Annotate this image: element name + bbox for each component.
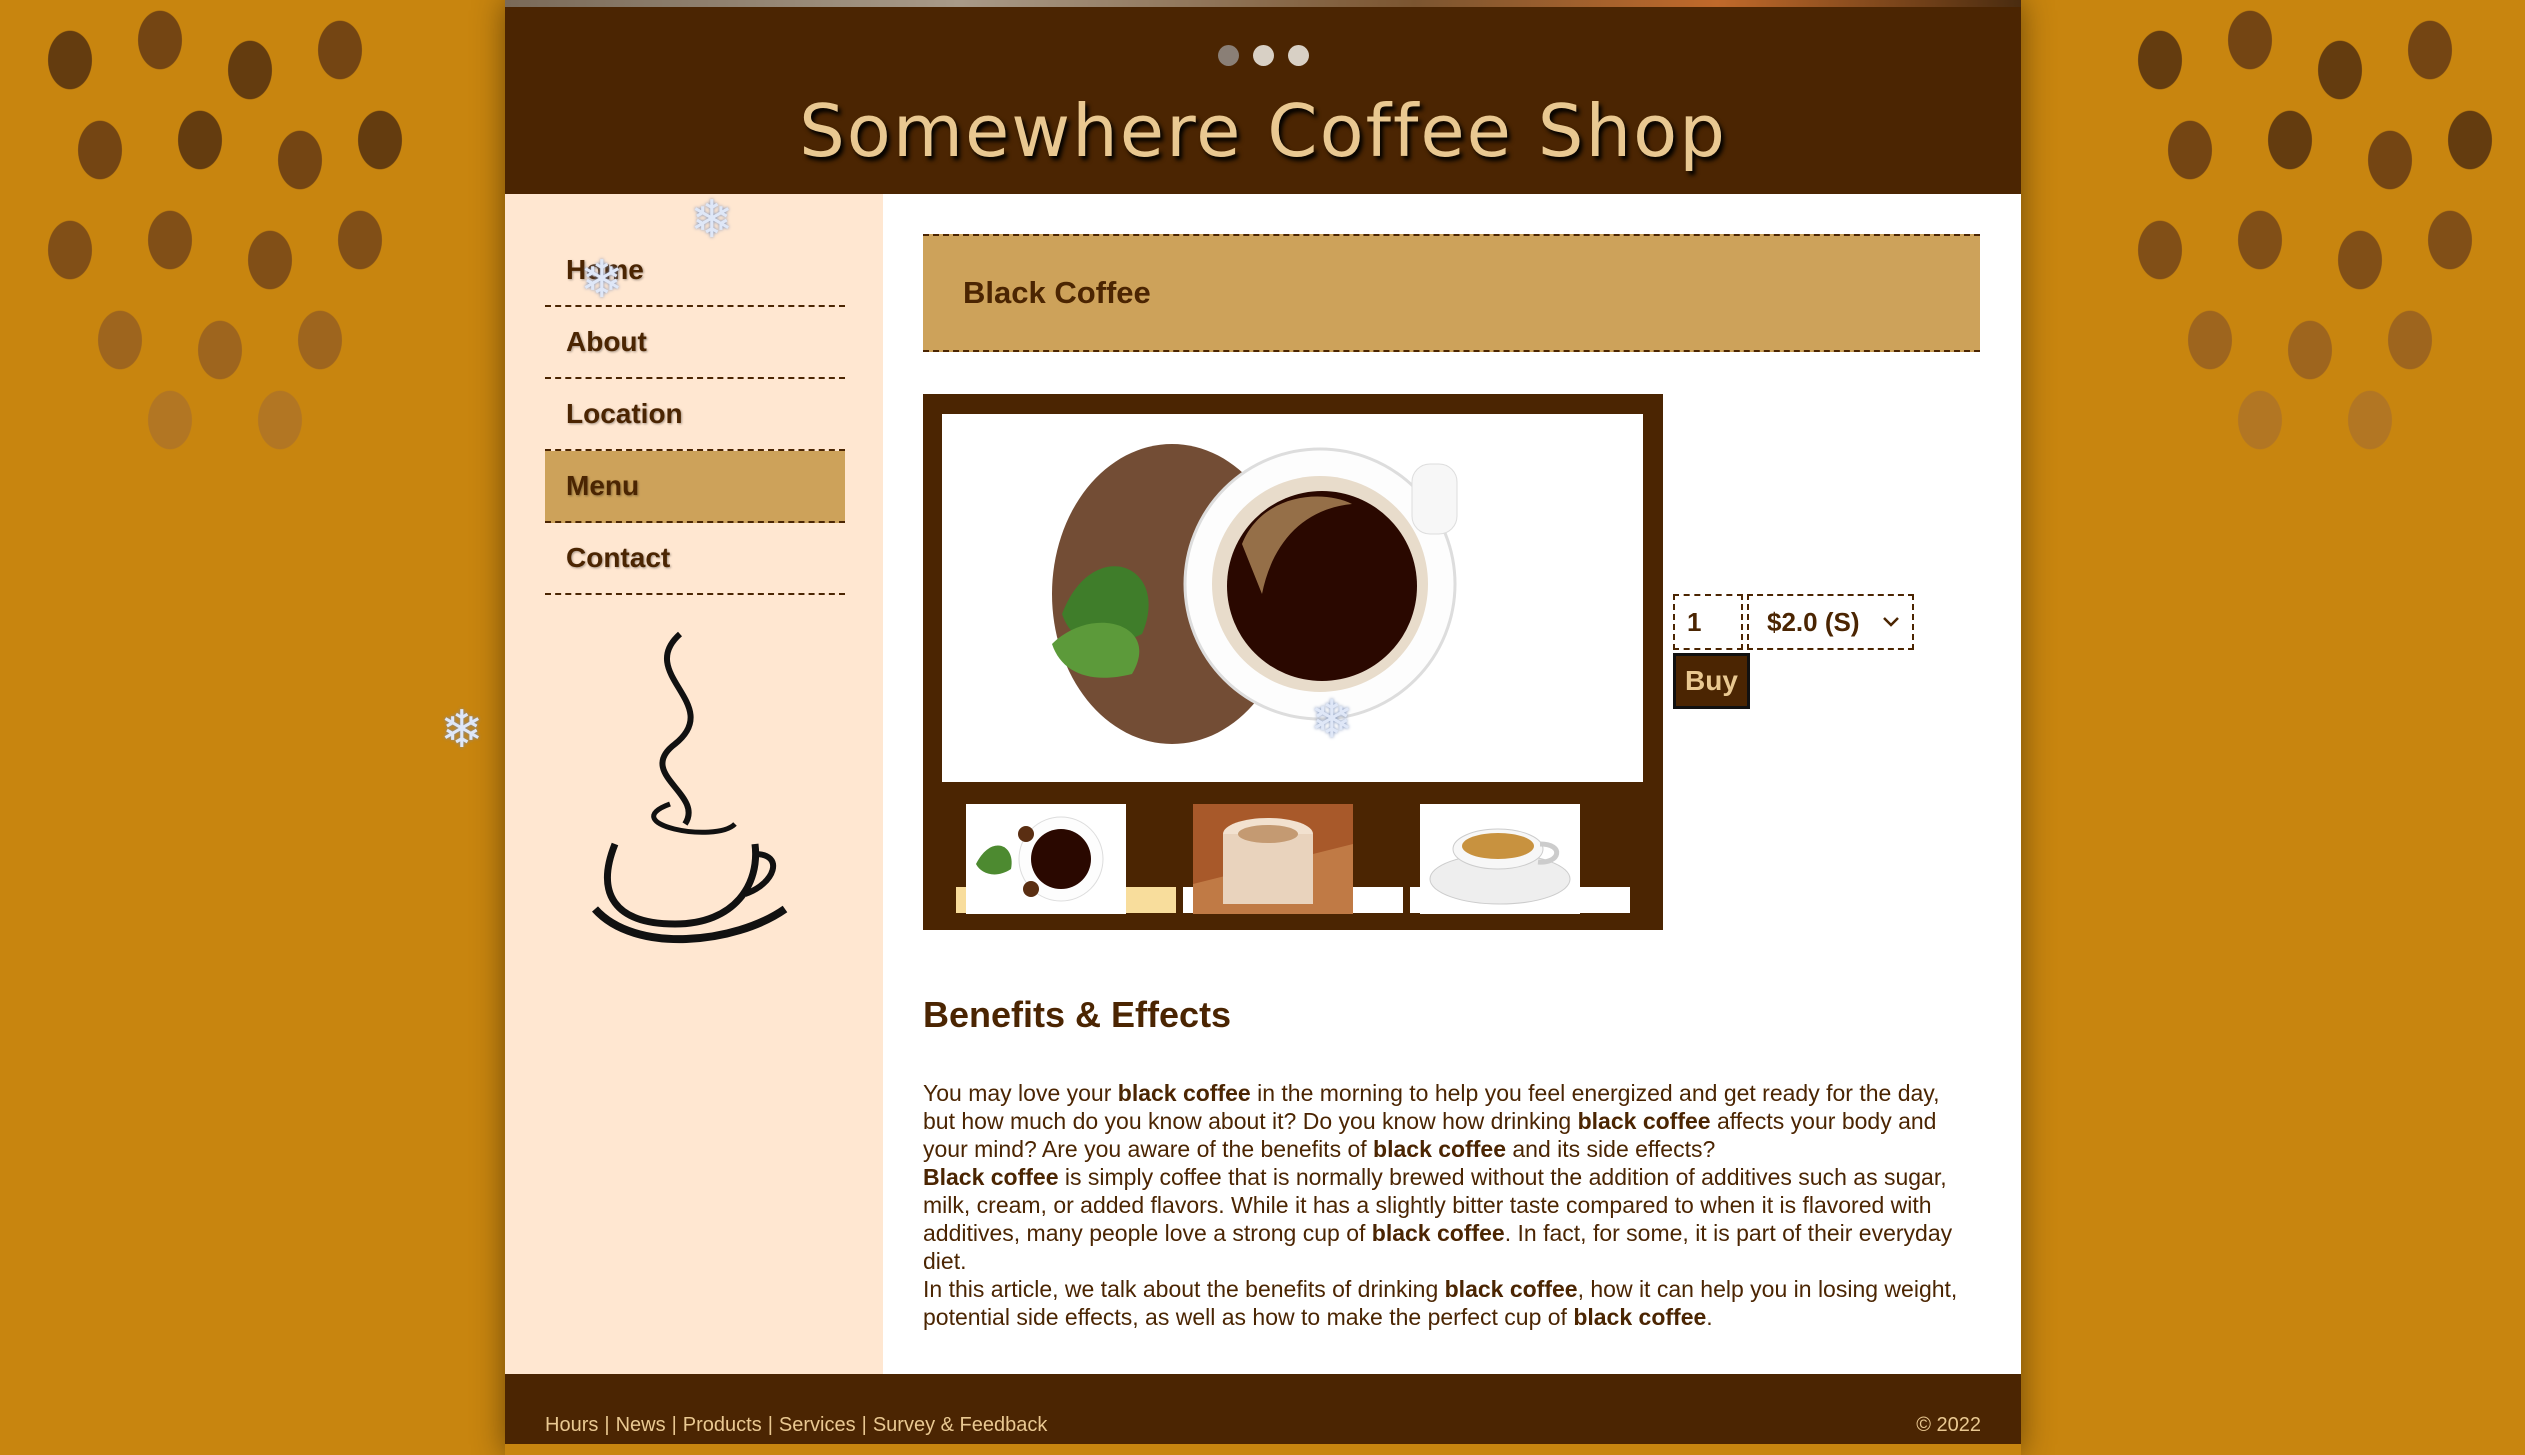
quantity-value: 1 [1687, 607, 1702, 637]
nav-item-menu[interactable]: Menu [545, 451, 845, 523]
footer-separator: | [767, 1414, 773, 1436]
site-footer: Hours | News | Products | Services | Survey & Fe… [505, 1374, 2021, 1444]
slideshow-dots [505, 45, 2021, 66]
footer-separator: | [861, 1414, 867, 1436]
footer-separator: | [604, 1414, 610, 1436]
snowflake-icon: ❄ [1310, 691, 1354, 749]
purchase-form: 1 $2.0 (S) Buy [1673, 594, 1914, 709]
site-header: Somewhere Coffee Shop [505, 7, 2021, 194]
buy-button[interactable]: Buy [1673, 653, 1750, 709]
article-paragraph-3: In this article, we talk about the benef… [923, 1276, 1958, 1330]
footer-link-news[interactable]: News [616, 1414, 666, 1436]
main-content: Black Coffee 1 $2.0 (S) Buy Benefits & E… [883, 194, 2021, 1374]
benefits-heading: Benefits & Effects [923, 994, 1232, 1035]
slide-dot-3[interactable] [1287, 45, 1309, 66]
nav-item-contact[interactable]: Contact [545, 523, 845, 595]
product-title-bar: Black Coffee [923, 234, 1980, 352]
nav-item-about[interactable]: About [545, 307, 845, 379]
size-price-select[interactable]: $2.0 (S) [1747, 594, 1914, 650]
black-coffee-image-icon [1052, 444, 1458, 744]
product-gallery [923, 394, 1663, 930]
coffee-cup-logo-icon [592, 631, 788, 944]
site-title: Somewhere Coffee Shop [799, 89, 1727, 173]
chevron-down-icon [1883, 617, 1899, 627]
coffee-beans-decoration-left [10, 0, 430, 460]
nav-item-location[interactable]: Location [545, 379, 845, 451]
article-paragraph-1: You may love your black coffee in the mo… [923, 1080, 1940, 1162]
footer-separator: | [671, 1414, 677, 1436]
coffee-beans-decoration-right [2100, 0, 2520, 460]
header-image-strip [505, 0, 2021, 7]
thumbnail-strip [956, 804, 1630, 921]
thumbnail-latte[interactable] [1183, 804, 1403, 921]
footer-links: Hours | News | Products | Services | Survey & Fe… [545, 1414, 1047, 1437]
footer-link-services[interactable]: Services [779, 1414, 856, 1436]
quantity-field[interactable]: 1 [1673, 594, 1743, 650]
product-main-image [942, 414, 1643, 782]
sidebar: Home About Location Menu Contact [505, 194, 883, 1374]
footer-link-hours[interactable]: Hours [545, 1414, 598, 1436]
article-paragraph-2: Black coffee is simply coffee that is no… [923, 1164, 1953, 1274]
black-coffee-thumb-icon [966, 804, 1126, 914]
footer-link-survey[interactable]: Survey & Feedback [873, 1414, 1048, 1436]
snowflake-icon: ❄ [580, 251, 624, 309]
snowflake-icon: ❄ [440, 701, 484, 759]
product-title: Black Coffee [963, 275, 1151, 310]
snowflake-icon: ❄ [690, 191, 734, 249]
article-body: You may love your black coffee in the mo… [923, 1079, 1973, 1331]
footer-link-products[interactable]: Products [683, 1414, 762, 1436]
slide-dot-2[interactable] [1252, 45, 1274, 66]
size-price-value: $2.0 (S) [1767, 606, 1860, 637]
espresso-cup-thumb-icon [1420, 804, 1580, 914]
slide-dot-1[interactable] [1217, 45, 1239, 66]
copyright: © 2022 [1916, 1414, 1981, 1436]
latte-thumb-icon [1193, 804, 1353, 914]
thumbnail-black-coffee[interactable] [956, 804, 1176, 921]
thumbnail-espresso-cup[interactable] [1410, 804, 1630, 921]
